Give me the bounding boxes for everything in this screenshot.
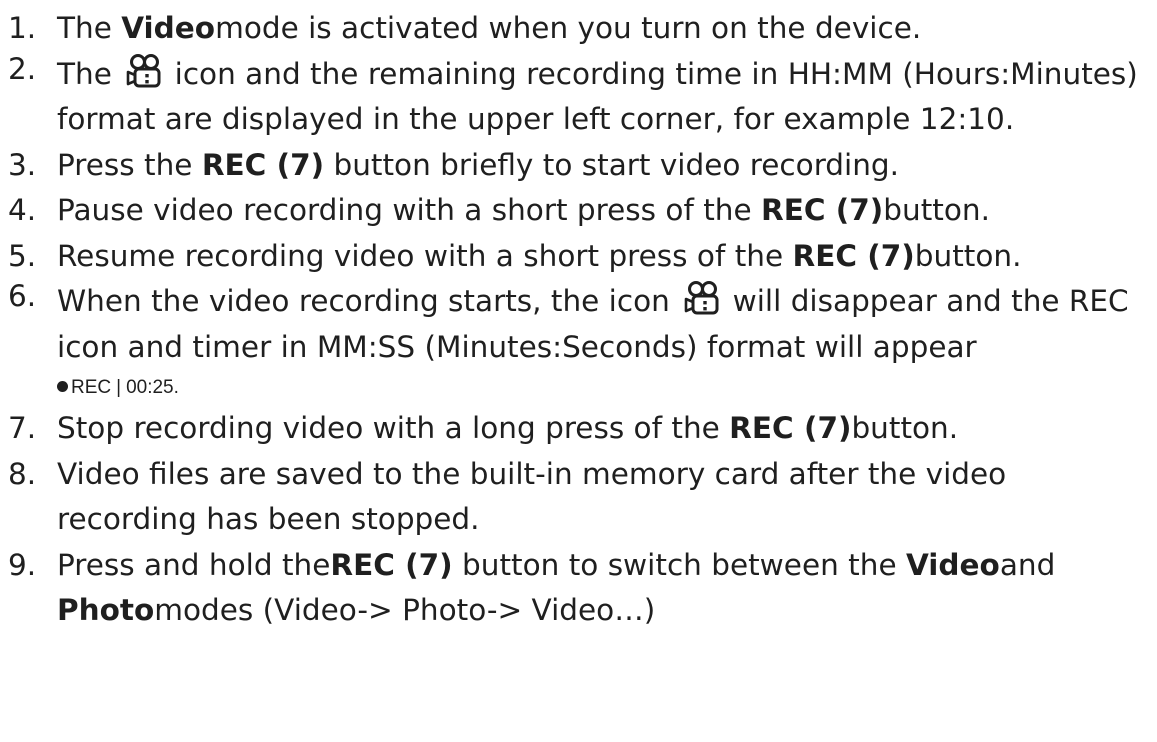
record-dot-icon [57, 381, 68, 392]
rec-period: . [173, 377, 179, 398]
step-text: modes (Video-> Photo-> Video…) [154, 593, 656, 627]
list-item: 8. Video files are saved to the built-in … [0, 452, 1157, 543]
list-item: 9. Press and hold theREC (7) button to sw… [0, 543, 1157, 634]
step-bold: REC (7) [729, 411, 852, 445]
step-number: 6. [8, 279, 37, 313]
list-item: 3. Press the REC (7) button briefly to st… [0, 143, 1157, 189]
step-bold: Video [905, 547, 1000, 582]
step-number: 8. [8, 456, 37, 491]
instruction-document: 1. The Videomode is activated when you tu… [0, 0, 1157, 742]
step-bold: Video [121, 11, 216, 45]
step-number: 9. [8, 547, 37, 582]
step-number: 3. [8, 147, 37, 182]
step-text: Press and hold the [57, 547, 331, 582]
list-item: 2. The icon and the remaining recording t… [0, 52, 1157, 143]
step-text: mode is activated when you turn on the d… [215, 11, 922, 45]
step-text: icon and the remaining recording time in… [57, 56, 1138, 137]
step-text: Video files are saved to the built-in me… [57, 456, 1007, 537]
list-item: 1. The Videomode is activated when you tu… [0, 6, 1157, 52]
step-text: The [57, 11, 122, 45]
step-text: Press the [57, 147, 202, 182]
step-text: button to switch between the [452, 547, 906, 582]
step-text: When the video recording starts, the ico… [57, 284, 680, 318]
step-number: 1. [8, 11, 37, 45]
list-item: 6. When the video recording starts, the i… [0, 279, 1157, 406]
rec-timer-indicator: REC | 00:25. [57, 370, 1151, 406]
step-bold: REC (7) [792, 238, 915, 273]
rec-label: REC [71, 377, 112, 398]
step-text: The [57, 56, 122, 91]
step-bold: REC (7) [201, 147, 325, 182]
step-number: 5. [8, 238, 37, 273]
list-item: 7. Stop recording video with a long press… [0, 406, 1157, 452]
list-item: 4. Pause video recording with a short pre… [0, 188, 1157, 234]
step-bold: Photo [57, 593, 155, 627]
step-number: 7. [8, 411, 37, 445]
step-text: Pause video recording with a short press… [57, 193, 761, 227]
list-item: 5. Resume recording video with a short pr… [0, 234, 1157, 280]
step-text: and [999, 547, 1056, 582]
step-text: button. [914, 238, 1022, 273]
step-bold: REC (7) [761, 193, 884, 227]
step-number: 4. [8, 193, 37, 227]
step-bold: REC (7) [330, 547, 453, 582]
step-text: button. [883, 193, 990, 227]
video-camera-icon [126, 53, 162, 88]
rec-separator: | [116, 377, 122, 398]
video-camera-icon [684, 281, 720, 315]
step-text: button. [851, 411, 959, 445]
steps-list: 1. The Videomode is activated when you tu… [0, 6, 1157, 634]
rec-timer: 00:25 [126, 377, 174, 398]
step-text: Stop recording video with a long press o… [57, 411, 730, 445]
step-number: 2. [8, 51, 37, 86]
step-text: Resume recording video with a short pres… [57, 238, 793, 273]
step-text: button briefly to start video recording. [324, 147, 900, 182]
